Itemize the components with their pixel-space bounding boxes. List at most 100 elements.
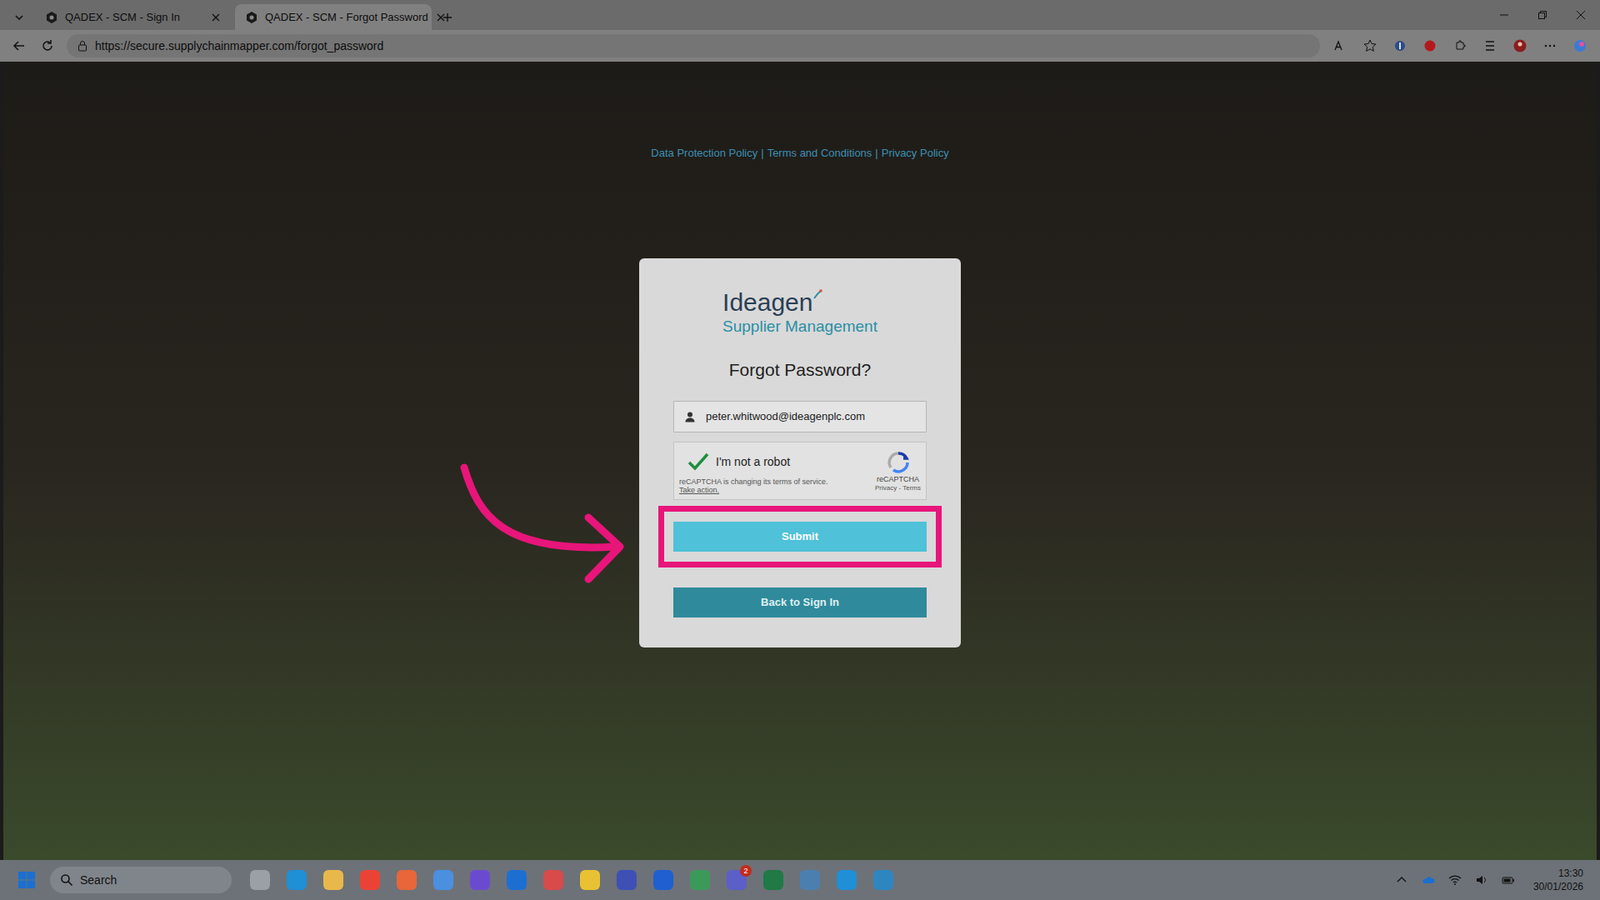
policy-link[interactable]: Data Protection Policy [650, 145, 758, 162]
restore-icon-svg [1537, 10, 1548, 20]
taskbar-app[interactable] [648, 863, 679, 897]
close-tab-icon[interactable] [210, 11, 222, 24]
app-icon [873, 870, 894, 890]
new-tab-icon[interactable] [435, 5, 460, 30]
favorite-star-icon[interactable] [1360, 35, 1380, 56]
app-icon [396, 870, 417, 890]
taskbar-app[interactable] [868, 863, 899, 897]
captcha-checkbox[interactable] [687, 450, 710, 473]
wifi-icon[interactable] [1446, 871, 1464, 889]
app-icon [360, 870, 380, 890]
tab-label: QADEX - SCM - Sign In [65, 9, 204, 26]
extension-red-icon-svg [1422, 38, 1438, 54]
clock-time: 13:30 [1558, 866, 1584, 880]
taskbar-app[interactable] [465, 863, 495, 897]
captcha-action-link[interactable]: Take action. [679, 485, 829, 495]
extensions-icon-svg [1452, 38, 1468, 54]
recaptcha-logo-icon [885, 450, 911, 475]
url-text: https://secure.supplychainmapper.com/for… [95, 37, 384, 55]
windows-start-icon[interactable] [10, 863, 44, 897]
extension-red-icon[interactable] [1420, 35, 1440, 56]
taskbar-search[interactable]: Search [50, 866, 232, 894]
logo-mark-icon-svg [811, 288, 824, 300]
taskbar-app[interactable] [575, 863, 605, 897]
tab-list-chevron-icon-svg [13, 11, 25, 24]
copilot-icon-svg [1572, 38, 1588, 54]
app-icon [616, 870, 637, 890]
app-icon [250, 870, 270, 890]
taskbar-app[interactable] [795, 863, 825, 897]
windows-start-icon-svg [17, 870, 36, 890]
favorites-icon-svg [1482, 38, 1498, 54]
system-tray: 13:3030/01/2026 [1393, 866, 1590, 894]
taskbar-app[interactable] [611, 863, 642, 897]
more-menu-icon[interactable] [1540, 35, 1560, 56]
taskbar-app[interactable] [281, 863, 312, 897]
submit-button[interactable]: Submit [673, 521, 927, 552]
annotation-arrow-icon-svg [453, 457, 633, 591]
onedrive-cloud-icon[interactable] [1420, 871, 1437, 889]
taskbar: Search 2 13:3030/01/2026 [0, 860, 1600, 900]
back-to-sign-in-button[interactable]: Back to Sign In [673, 587, 927, 618]
recaptcha-terms-links[interactable]: Privacy - Terms [875, 484, 921, 493]
link-separator: | [875, 145, 878, 162]
app-icon [470, 870, 490, 890]
taskbar-app[interactable] [831, 863, 862, 897]
minimize-icon-svg [1499, 10, 1510, 20]
close-window-icon[interactable] [1561, 0, 1600, 30]
read-aloud-icon[interactable] [1330, 35, 1350, 56]
app-icon [800, 870, 820, 890]
back-arrow-icon[interactable] [10, 36, 29, 55]
taskbar-clock[interactable]: 13:3030/01/2026 [1526, 866, 1590, 894]
new-tab-icon-svg [441, 11, 454, 24]
battery-icon[interactable] [1500, 871, 1517, 889]
policy-link[interactable]: Privacy Policy [881, 145, 950, 162]
favicon-icon [45, 10, 59, 25]
refresh-icon[interactable] [38, 36, 57, 55]
browser-tab[interactable]: QADEX - SCM - Forgot Password [235, 4, 432, 30]
speaker-icon[interactable] [1473, 871, 1490, 889]
favicon-icon-svg [245, 10, 259, 25]
recaptcha-check-row[interactable]: I'm not a robot [679, 447, 829, 473]
tab-list-chevron-icon[interactable] [6, 5, 32, 30]
logo-wordmark: Ideagen [722, 288, 823, 317]
search-magnifier-icon [60, 873, 74, 887]
password-manager-icon[interactable] [1390, 35, 1410, 56]
extensions-icon[interactable] [1450, 35, 1470, 56]
browser-tab[interactable]: QADEX - SCM - Sign In [35, 4, 232, 30]
taskbar-app[interactable] [391, 863, 422, 897]
restore-icon[interactable] [1523, 0, 1562, 30]
app-icon [506, 870, 527, 890]
favorites-icon[interactable] [1480, 35, 1500, 56]
search-magnifier-icon-svg [60, 873, 74, 887]
copilot-icon[interactable] [1570, 35, 1590, 56]
app-icon [433, 870, 454, 890]
ideagen-logo: IdeagenSupplier Management [722, 288, 878, 337]
recaptcha-brand: reCAPTCHA [876, 475, 920, 485]
taskbar-app[interactable] [318, 863, 349, 897]
address-bar[interactable]: https://secure.supplychainmapper.com/for… [66, 34, 1320, 58]
taskbar-app[interactable] [758, 863, 789, 897]
taskbar-app[interactable] [428, 863, 459, 897]
button-wrapper: Back to Sign In [673, 587, 927, 618]
tab-label: QADEX - SCM - Forgot Password [265, 9, 429, 26]
taskbar-app[interactable] [685, 863, 715, 897]
app-icon [323, 870, 344, 890]
email-field[interactable]: peter.whitwood@ideagenplc.com [673, 400, 927, 433]
forgot-password-card: IdeagenSupplier ManagementForgot Passwor… [639, 258, 961, 649]
taskbar-app[interactable] [245, 863, 275, 897]
taskbar-app[interactable] [538, 863, 569, 897]
lock-icon-svg [76, 40, 89, 52]
show-hidden-chevron-icon[interactable] [1393, 871, 1410, 889]
taskbar-app[interactable]: 2 [721, 863, 752, 897]
favorite-star-icon-svg [1362, 38, 1378, 54]
battery-icon-svg [1500, 872, 1516, 888]
captcha-notice: reCAPTCHA is changing its terms of servi… [679, 477, 829, 486]
minimize-icon[interactable] [1485, 0, 1524, 30]
logo-subtitle: Supplier Management [722, 316, 878, 337]
policy-link[interactable]: Terms and Conditions [767, 145, 873, 162]
profile-avatar-icon[interactable] [1510, 35, 1530, 56]
password-manager-icon-svg [1392, 38, 1408, 54]
taskbar-app[interactable] [355, 863, 385, 897]
taskbar-app[interactable] [501, 863, 532, 897]
